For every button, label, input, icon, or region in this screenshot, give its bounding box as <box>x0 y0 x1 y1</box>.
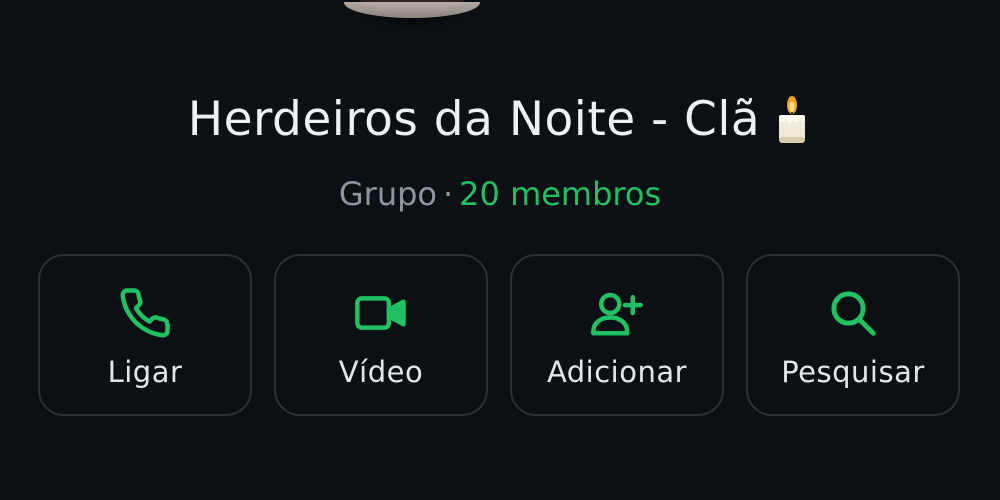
search-button[interactable]: Pesquisar <box>746 254 960 416</box>
candle-emoji-icon <box>772 93 812 145</box>
group-avatar-rim <box>344 2 480 18</box>
video-camera-icon <box>354 286 408 340</box>
group-type-label: Grupo <box>338 175 437 213</box>
group-title: Herdeiros da Noite - Clã <box>0 88 1000 152</box>
call-button[interactable]: Ligar <box>38 254 252 416</box>
phone-icon <box>118 286 172 340</box>
video-call-button-label: Vídeo <box>338 355 424 389</box>
group-subtitle: Grupo · 20 membros <box>0 172 1000 216</box>
group-info-screen: Herdeiros da Noite - Clã Grupo · 20 membro… <box>0 0 1000 500</box>
add-person-icon <box>590 286 644 340</box>
search-button-label: Pesquisar <box>781 355 925 389</box>
call-button-label: Ligar <box>107 355 183 389</box>
search-icon <box>826 286 880 340</box>
group-name: Herdeiros da Noite - Clã <box>187 92 761 147</box>
members-count-link[interactable]: 20 membros <box>459 175 661 213</box>
action-buttons-row: Ligar Vídeo Adicionar Pesquisar <box>38 254 962 418</box>
video-call-button[interactable]: Vídeo <box>274 254 488 416</box>
add-member-button[interactable]: Adicionar <box>510 254 724 416</box>
subtitle-separator: · <box>443 175 454 213</box>
add-member-button-label: Adicionar <box>546 355 688 389</box>
